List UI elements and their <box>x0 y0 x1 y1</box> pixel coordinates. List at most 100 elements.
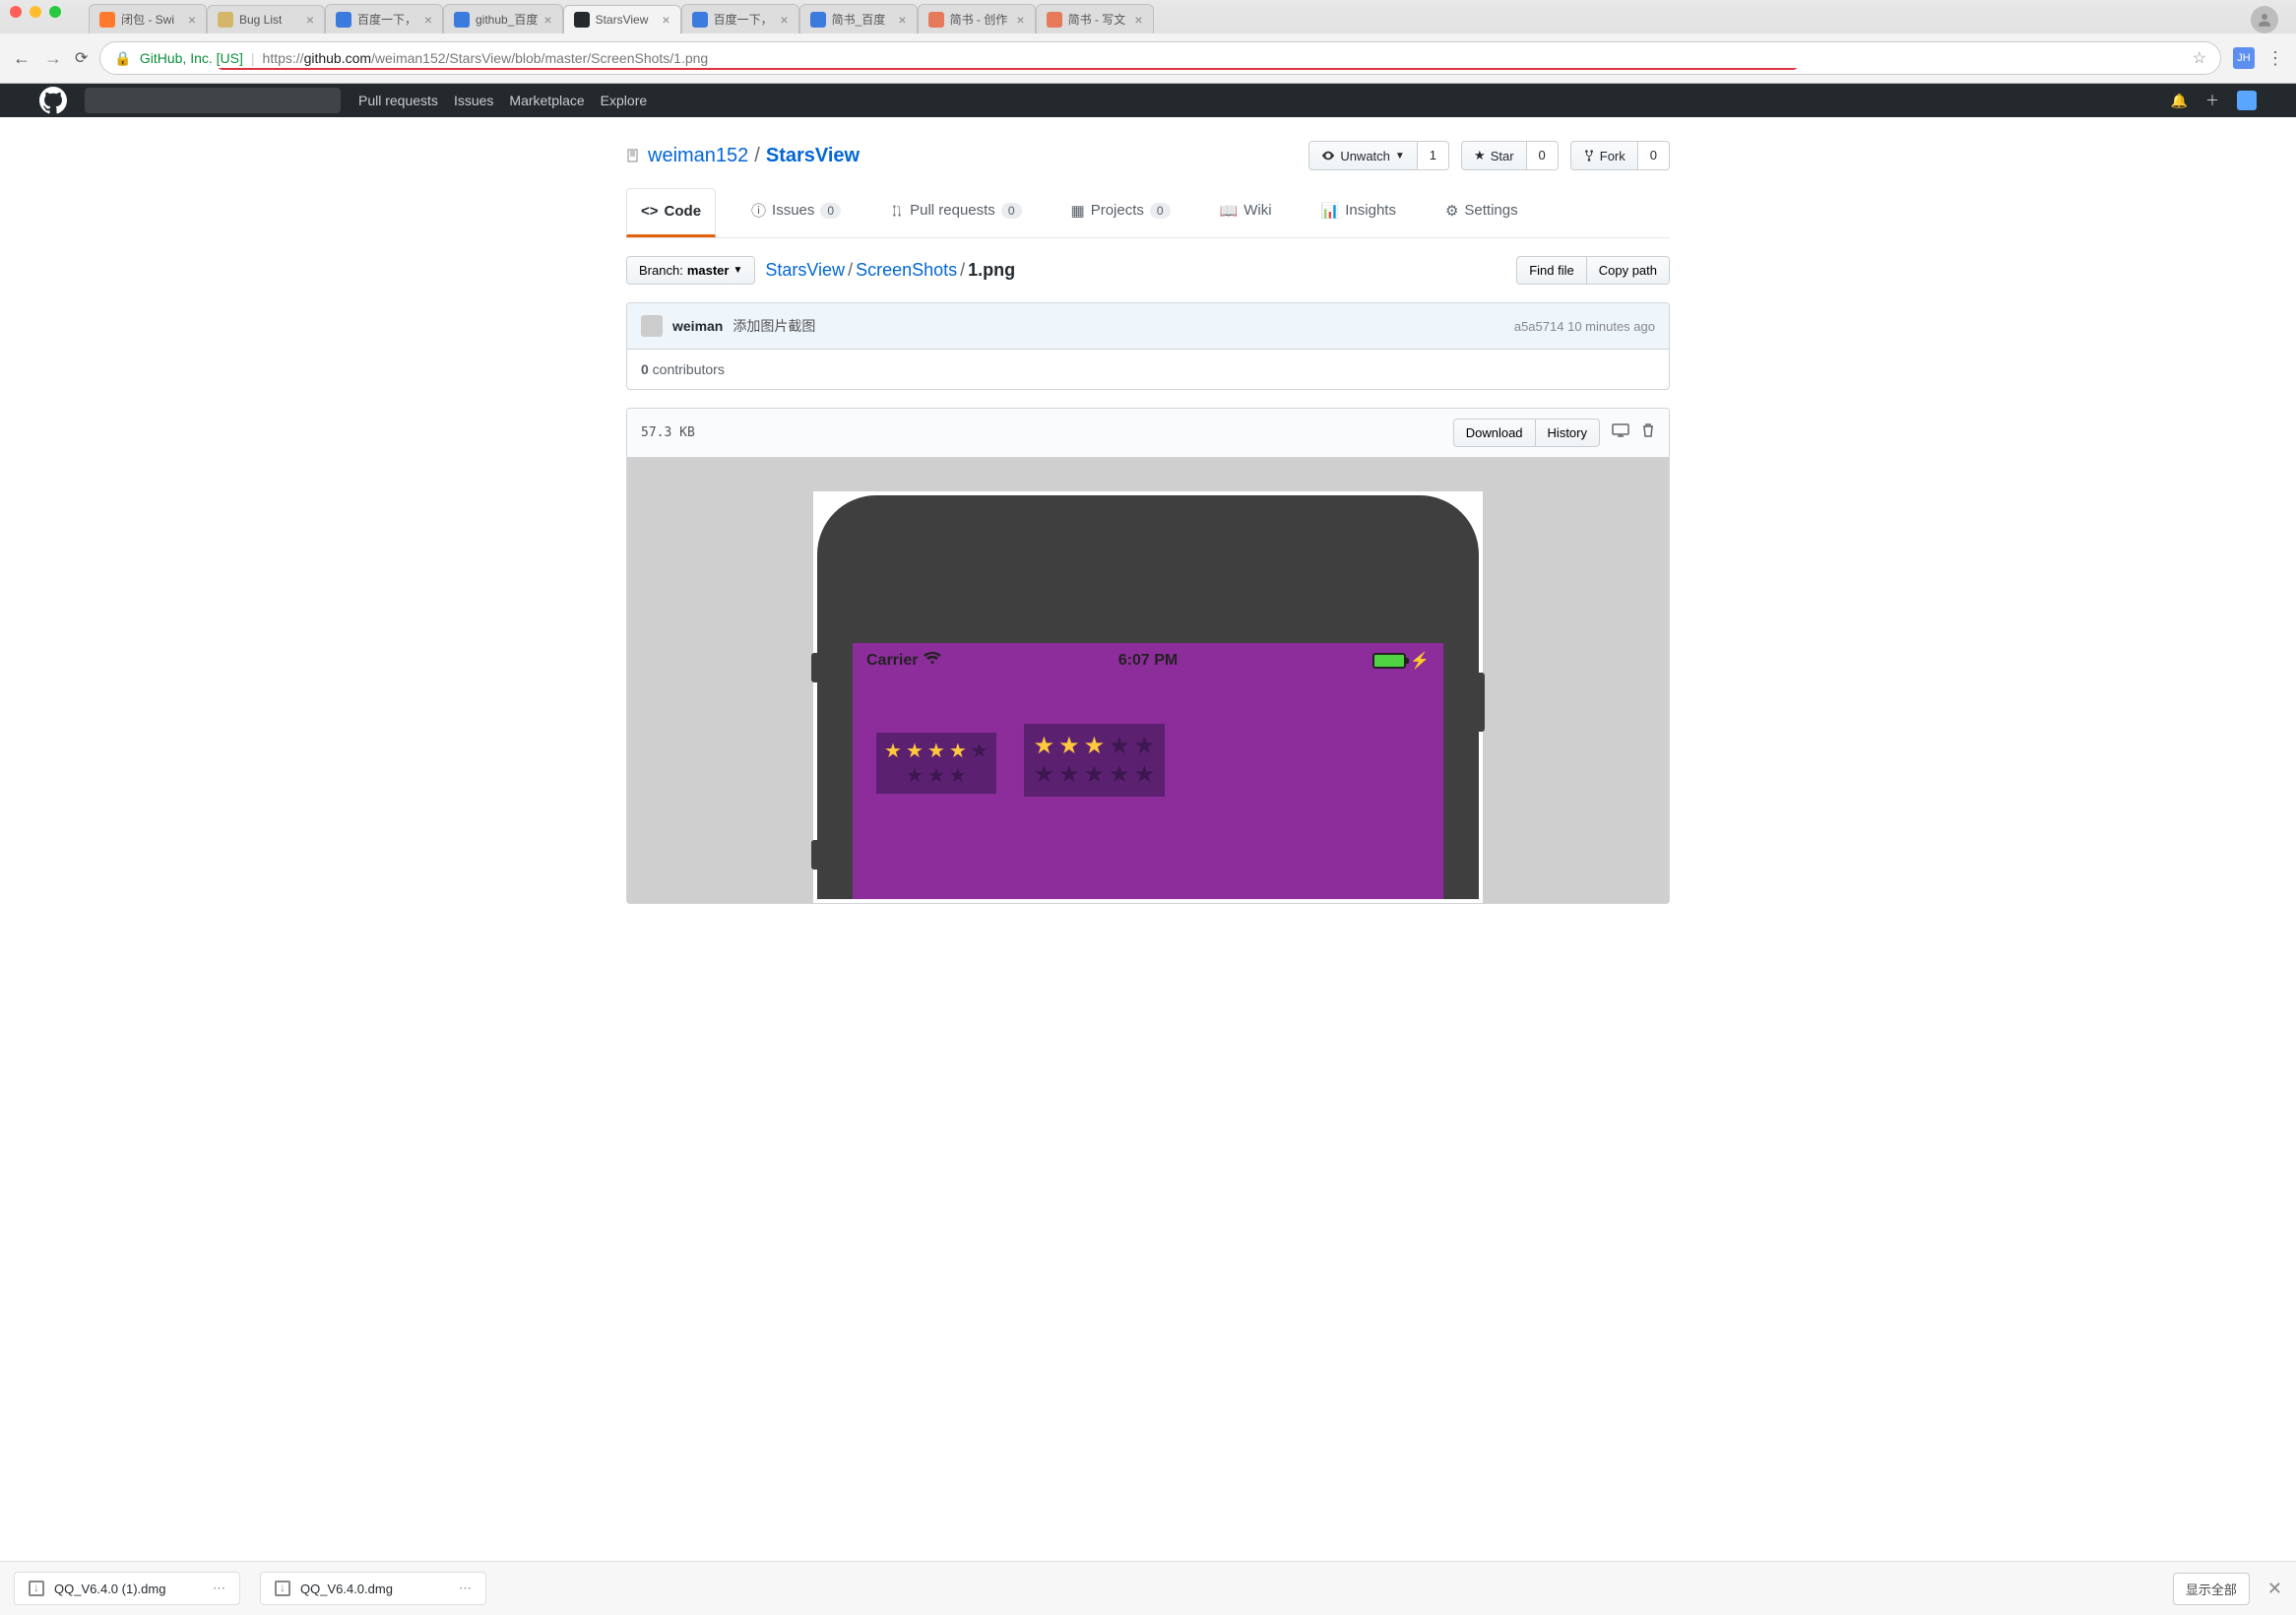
close-tab-icon[interactable]: × <box>780 12 788 28</box>
lock-icon: 🔒 <box>114 50 131 67</box>
reload-button[interactable]: ⟳ <box>75 48 88 68</box>
copy-path-button[interactable]: Copy path <box>1587 256 1670 285</box>
tab-title: 简书 - 写文 <box>1068 11 1129 28</box>
tab-insights[interactable]: 📊Insights <box>1307 188 1410 237</box>
browser-tab[interactable]: 百度一下，× <box>325 4 443 33</box>
fork-button[interactable]: Fork <box>1570 141 1638 170</box>
repo-title: weiman152 / StarsView <box>626 145 860 167</box>
star-count[interactable]: 0 <box>1527 141 1559 170</box>
fork-icon <box>1583 149 1595 162</box>
download-item[interactable]: QQ_V6.4.0 (1).dmg⋯ <box>14 1572 240 1605</box>
breadcrumb: StarsView/ScreenShots/1.png <box>765 260 1015 281</box>
commit-author-avatar[interactable] <box>641 315 663 337</box>
close-tab-icon[interactable]: × <box>1016 12 1024 28</box>
close-tab-icon[interactable]: × <box>306 12 314 28</box>
close-tab-icon[interactable]: × <box>543 12 551 28</box>
repo-name-link[interactable]: StarsView <box>766 145 860 166</box>
browser-tab[interactable]: github_百度 × <box>443 4 563 33</box>
nav-issues[interactable]: Issues <box>454 93 493 108</box>
show-all-downloads-button[interactable]: 显示全部 <box>2173 1573 2250 1605</box>
ev-cert-label: GitHub, Inc. [US] <box>140 50 243 66</box>
download-button[interactable]: Download <box>1453 419 1536 447</box>
watch-group: Unwatch ▼ 1 <box>1308 141 1449 170</box>
github-header: Pull requests Issues Marketplace Explore… <box>0 84 2296 117</box>
commit-message[interactable]: 添加图片截图 <box>733 316 815 336</box>
fork-count[interactable]: 0 <box>1638 141 1670 170</box>
download-menu-icon[interactable]: ⋯ <box>459 1581 472 1596</box>
browser-tab[interactable]: 闭包 - Swi × <box>89 4 207 33</box>
nav-marketplace[interactable]: Marketplace <box>509 93 584 108</box>
create-new-icon[interactable]: ＋ <box>2205 91 2219 110</box>
git-pull-request-icon <box>890 204 904 218</box>
download-item[interactable]: QQ_V6.4.0.dmg⋯ <box>260 1572 486 1605</box>
history-button[interactable]: History <box>1536 419 1600 447</box>
browser-tab[interactable]: 简书 - 写文 × <box>1036 4 1154 33</box>
battery-icon <box>1372 653 1406 669</box>
tab-title: github_百度 <box>476 11 538 28</box>
maximize-window-button[interactable] <box>49 6 61 18</box>
star-button[interactable]: ★Star <box>1461 141 1527 170</box>
browser-menu-icon[interactable]: ⋮ <box>2266 48 2284 69</box>
watch-count[interactable]: 1 <box>1418 141 1449 170</box>
favicon-icon <box>574 12 590 28</box>
close-downloads-bar-icon[interactable]: ✕ <box>2267 1579 2282 1599</box>
file-size: 57.3 KB <box>641 425 695 440</box>
browser-tab[interactable]: 简书_百度× <box>799 4 918 33</box>
favicon-icon <box>1047 12 1062 28</box>
gear-icon: ⚙ <box>1445 202 1458 220</box>
nav-explore[interactable]: Explore <box>601 93 647 108</box>
address-bar[interactable]: 🔒 GitHub, Inc. [US] | https://github.com… <box>99 41 2221 75</box>
downloads-bar: QQ_V6.4.0 (1).dmg⋯ QQ_V6.4.0.dmg⋯ 显示全部 ✕ <box>0 1561 2296 1615</box>
tab-code[interactable]: <>Code <box>626 188 716 237</box>
browser-tab[interactable]: StarsView × <box>563 5 681 33</box>
browser-tab[interactable]: 百度一下，× <box>681 4 799 33</box>
find-file-button[interactable]: Find file <box>1516 256 1587 285</box>
commit-sha[interactable]: a5a5714 <box>1514 319 1564 334</box>
window-controls <box>0 0 71 18</box>
bookmark-star-icon[interactable]: ☆ <box>2193 48 2206 68</box>
browser-tab[interactable]: 简书 - 创作× <box>918 4 1036 33</box>
browser-tab[interactable]: Bug List × <box>207 5 325 33</box>
download-file-icon <box>275 1581 290 1596</box>
commit-box: weiman 添加图片截图 a5a5714 10 minutes ago 0 c… <box>626 302 1670 390</box>
close-window-button[interactable] <box>10 6 22 18</box>
stars-widget-2: ★★★★★ ★★★★★ <box>1024 724 1166 797</box>
tab-settings[interactable]: ⚙Settings <box>1432 188 1532 237</box>
display-icon[interactable] <box>1612 422 1629 443</box>
crumb-dir[interactable]: ScreenShots <box>856 260 957 280</box>
commit-author[interactable]: weiman <box>672 318 723 334</box>
nav-pull-requests[interactable]: Pull requests <box>358 93 438 108</box>
minimize-window-button[interactable] <box>30 6 41 18</box>
close-tab-icon[interactable]: × <box>188 12 196 28</box>
close-tab-icon[interactable]: × <box>424 12 432 28</box>
unwatch-button[interactable]: Unwatch ▼ <box>1308 141 1417 170</box>
commit-header: weiman 添加图片截图 a5a5714 10 minutes ago <box>627 303 1669 350</box>
user-avatar[interactable] <box>2237 91 2257 110</box>
profile-avatar-icon[interactable] <box>2251 6 2278 33</box>
close-tab-icon[interactable]: × <box>1134 12 1142 28</box>
tab-title: StarsView <box>596 13 657 27</box>
repo-owner-link[interactable]: weiman152 <box>648 145 748 167</box>
github-nav: Pull requests Issues Marketplace Explore <box>358 93 647 108</box>
repo-icon <box>626 148 642 163</box>
forward-button[interactable]: → <box>43 48 63 69</box>
tab-title: Bug List <box>239 13 300 27</box>
tab-title: 闭包 - Swi <box>121 11 182 28</box>
crumb-root[interactable]: StarsView <box>765 260 845 280</box>
close-tab-icon[interactable]: × <box>898 12 906 28</box>
download-menu-icon[interactable]: ⋯ <box>213 1581 225 1596</box>
tab-issues[interactable]: ⓘIssues 0 <box>737 188 855 237</box>
back-button[interactable]: ← <box>12 48 32 69</box>
carrier-label: Carrier <box>866 652 918 670</box>
notifications-icon[interactable]: 🔔 <box>2171 93 2188 109</box>
github-logo-icon[interactable] <box>39 87 67 114</box>
tab-projects[interactable]: ▦Projects 0 <box>1057 188 1184 237</box>
github-search-input[interactable] <box>85 88 341 113</box>
branch-select-button[interactable]: Branch: master ▼ <box>626 256 755 285</box>
tab-wiki[interactable]: 📖Wiki <box>1206 188 1286 237</box>
delete-icon[interactable] <box>1641 422 1655 443</box>
extension-badge[interactable]: JH <box>2233 47 2255 69</box>
close-tab-icon[interactable]: × <box>662 12 670 28</box>
tab-pull-requests[interactable]: Pull requests0 <box>876 188 1035 237</box>
fork-group: Fork 0 <box>1570 141 1670 170</box>
